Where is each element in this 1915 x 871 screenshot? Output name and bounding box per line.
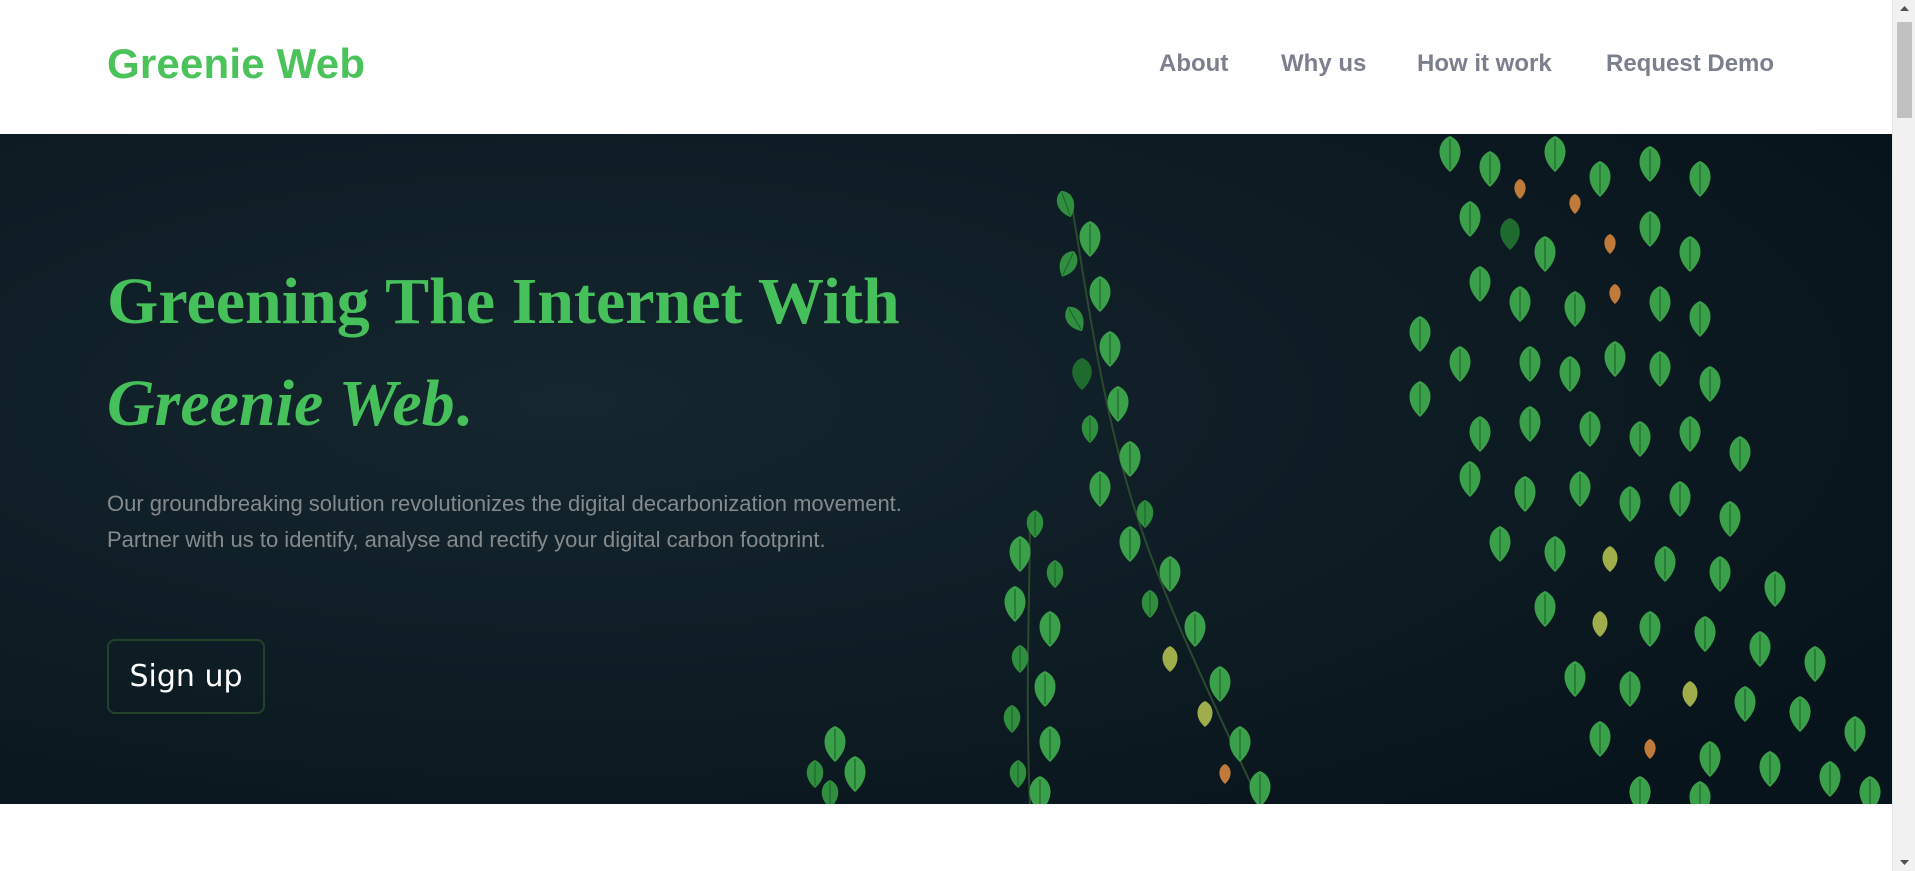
scrollbar[interactable] [1892, 0, 1915, 871]
scroll-thumb[interactable] [1897, 22, 1912, 118]
site-header: Greenie Web About Why us How it work Req… [0, 0, 1892, 134]
hero-title-line-2: Greenie Web. [107, 354, 471, 454]
hero-description: Our groundbreaking solution revolutioniz… [107, 491, 902, 552]
hero-title-punct: . [454, 367, 472, 440]
nav-why-us[interactable]: Why us [1281, 50, 1366, 78]
nav-about[interactable]: About [1159, 50, 1228, 78]
hero-title-brand: Greenie Web [107, 367, 455, 440]
signup-button[interactable]: Sign up [107, 639, 265, 714]
scroll-down-arrow-icon[interactable] [1893, 854, 1915, 871]
hero-background-image [0, 134, 1892, 804]
page: Greenie Web About Why us How it work Req… [0, 0, 1892, 871]
scroll-up-arrow-icon[interactable] [1893, 0, 1915, 17]
logo[interactable]: Greenie Web [107, 40, 365, 88]
hero-title-line-1: Greening The Internet With [107, 265, 900, 338]
hero-section: Greening The Internet With Greenie Web. … [0, 134, 1892, 804]
nav-request-demo[interactable]: Request Demo [1606, 50, 1774, 78]
nav-how-it-work[interactable]: How it work [1417, 50, 1552, 78]
